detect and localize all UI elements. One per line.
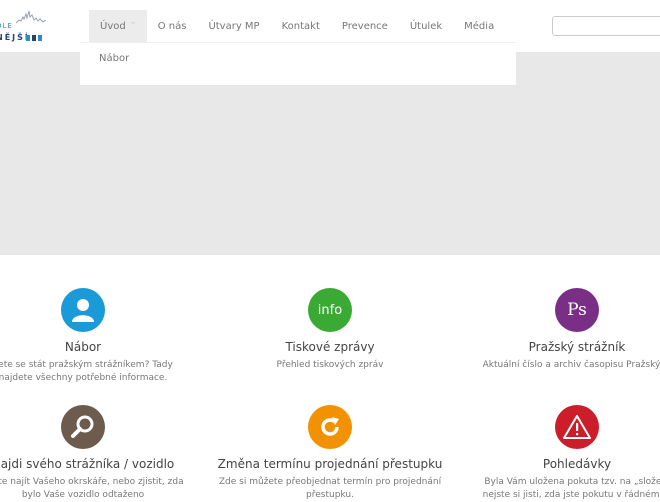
card-desc-line: Přehled tiskových zpráv — [276, 360, 384, 370]
card-title: Najdi svého strážníka / vozidlo — [0, 457, 175, 471]
ps-logo-text: Ps — [567, 300, 587, 320]
nav-item-label: O nás — [157, 20, 187, 32]
nav-item-utvary-mp[interactable]: Útvary MP — [197, 10, 270, 42]
card-title: Pohledávky — [542, 457, 612, 471]
card-desc-line: najdete všechny potřebné informace. — [0, 373, 168, 383]
logo-bars-icon — [26, 35, 42, 41]
nav-item-label: Úvod — [100, 20, 126, 32]
search-input[interactable] — [552, 16, 660, 36]
card-description: ůžete najít Vašeho okrskáře, nebo zjisti… — [0, 476, 206, 502]
info-icon: info — [308, 288, 352, 332]
card-description: Přehled tiskových zpráv — [207, 359, 453, 372]
nav-item-label: Média — [464, 20, 495, 32]
card-description: Zde si můžete přeobjednat termín pro pro… — [207, 476, 453, 502]
card-desc-line: bylo Vaše vozidlo odtaženo — [21, 490, 145, 500]
card-title: Pražský strážník — [528, 340, 626, 354]
card-description: Byla Vám uložena pokuta tzv. na „složení… — [454, 476, 660, 502]
user-icon — [61, 288, 105, 332]
dropdown-menu: Nábor — [80, 42, 516, 85]
card-desc-line: Zde si můžete přeobjednat termín pro pro… — [218, 477, 442, 487]
nav-item-kontakt[interactable]: Kontakt — [271, 10, 331, 42]
nav-item-label: Prevence — [341, 20, 388, 32]
card-desc-line: Byla Vám uložena pokuta tzv. na „složení — [484, 477, 660, 487]
nav-item-media[interactable]: Média — [453, 10, 505, 42]
card-pohledavky[interactable]: Pohledávky Byla Vám uložena pokuta tzv. … — [454, 405, 660, 502]
nav-item-prevence[interactable]: Prevence — [331, 10, 399, 42]
card-desc-line: nejste si jisti, zda jste pokutu v řádné… — [482, 490, 660, 500]
nav-item-utulek[interactable]: Útulek — [399, 10, 453, 42]
caret-down-icon — [129, 21, 136, 25]
card-title: Nábor — [64, 340, 102, 354]
card-zmena-terminu[interactable]: Změna termínu projednání přestupku Zde s… — [207, 405, 453, 502]
logo[interactable]: OLE NĚJŠÍ — [0, 8, 52, 44]
skyline-icon — [16, 10, 46, 24]
card-najdi-straznika[interactable]: Najdi svého strážníka / vozidlo ůžete na… — [0, 405, 206, 502]
dropdown-item-nabor[interactable]: Nábor — [99, 53, 129, 64]
logo-top-text: OLE — [0, 22, 13, 30]
nav-item-label: Útvary MP — [208, 20, 260, 32]
card-desc-line: přestupku. — [306, 490, 354, 500]
nav-item-o-nas[interactable]: O nás — [147, 10, 198, 42]
card-desc-line: Aktuální číslo a archiv časopisu Pražský… — [482, 360, 660, 370]
card-description: cete se stát pražským strážníkem? Tady n… — [0, 359, 206, 385]
card-desc-line: ůžete najít Vašeho okrskáře, nebo zjisti… — [0, 477, 184, 487]
card-desc-line: cete se stát pražským strážníkem? Tady — [0, 360, 173, 370]
magnifier-icon — [61, 405, 105, 449]
card-title: Změna termínu projednání přestupku — [217, 457, 443, 471]
ps-logo-icon: Ps — [555, 288, 599, 332]
main-nav: Úvod O nás Útvary MP Kontakt Prevence Út… — [89, 10, 505, 42]
card-title: Tiskové zprávy — [285, 340, 375, 354]
nav-item-label: Útulek — [409, 20, 443, 32]
refresh-icon — [308, 405, 352, 449]
card-prazsky-straznik[interactable]: Ps Pražský strážník Aktuální číslo a arc… — [454, 288, 660, 372]
card-nabor[interactable]: Nábor cete se stát pražským strážníkem? … — [0, 288, 206, 385]
nav-item-uvod[interactable]: Úvod — [89, 10, 147, 42]
card-description: Aktuální číslo a archiv časopisu Pražský… — [454, 359, 660, 372]
warning-icon — [555, 405, 599, 449]
card-tiskove-zpravy[interactable]: info Tiskové zprávy Přehled tiskových zp… — [207, 288, 453, 372]
nav-item-label: Kontakt — [281, 20, 320, 32]
info-icon-text: info — [317, 302, 343, 318]
